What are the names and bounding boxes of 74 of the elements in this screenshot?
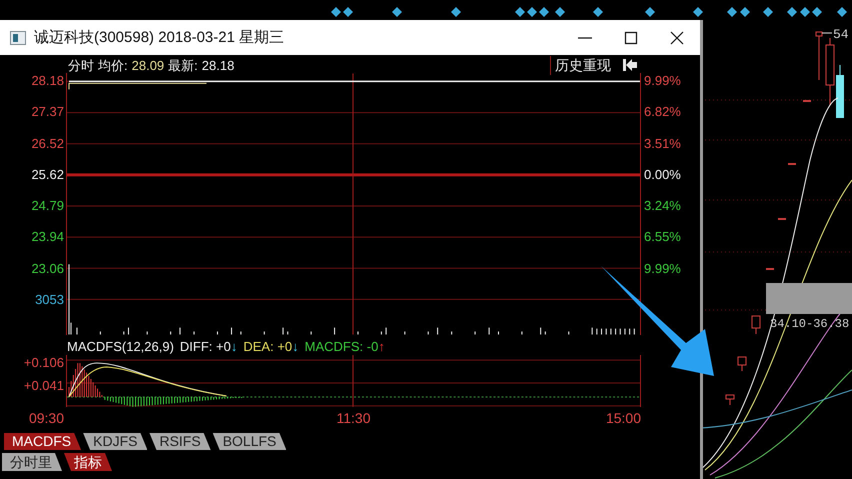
indicator-level-label: +0.106	[22, 355, 65, 372]
diamond-marker	[527, 7, 537, 17]
diamond-marker	[645, 7, 655, 17]
diamond-marker	[555, 7, 565, 17]
diamond-marker	[515, 7, 525, 17]
price-tick	[778, 218, 786, 220]
quote-value: 28.09	[132, 58, 164, 73]
price-label: 25.62	[30, 166, 65, 184]
volume-label: 3053	[34, 292, 65, 309]
minimize-icon	[578, 36, 592, 38]
diamond-marker	[343, 7, 353, 17]
price-tick	[766, 268, 774, 270]
price-label: 23.94	[30, 229, 65, 246]
diamond-marker	[727, 7, 737, 17]
candlestick	[826, 38, 834, 106]
tab[interactable]: 指标	[64, 453, 112, 471]
change-label: 6.82%	[643, 104, 682, 122]
skip-back-icon	[622, 58, 638, 72]
price-tick	[788, 163, 796, 165]
quote-label: 最新:	[168, 58, 198, 73]
change-label: 3.51%	[643, 136, 682, 152]
diamond-marker	[392, 7, 402, 17]
indicator-title: MACDFS(12,26,9)	[67, 339, 174, 355]
window-title: 诚迈科技(300598) 2018-03-21 星期三	[34, 28, 286, 47]
diamond-marker	[539, 7, 549, 17]
diamond-marker	[593, 7, 603, 17]
indicator-value: MACDFS: -0	[304, 339, 378, 355]
diamond-marker	[837, 7, 847, 17]
change-label: 3.24%	[643, 198, 682, 215]
close-icon	[670, 30, 684, 44]
leader-line	[822, 32, 832, 34]
maximize-icon	[624, 30, 638, 44]
window-icon	[10, 30, 26, 44]
quote-label: 均价:	[98, 58, 128, 73]
diamond-marker	[331, 7, 341, 17]
diamond-marker	[740, 7, 750, 17]
time-label: 15:00	[604, 409, 641, 427]
price-label: 23.06	[30, 260, 65, 278]
tab[interactable]: RSIFS	[149, 433, 211, 450]
indicator-value: DEA: +0	[243, 339, 292, 355]
indicator-value: ↑	[378, 339, 385, 355]
candlestick	[752, 316, 760, 334]
candlestick	[816, 32, 822, 80]
time-label: 09:30	[28, 409, 65, 427]
indicator-value: DIFF: +0	[180, 339, 231, 355]
indicator-value: ↓	[292, 339, 299, 355]
tab[interactable]: 分时里	[2, 453, 62, 471]
change-label: 9.99%	[643, 260, 682, 278]
price-label: 28.18	[30, 73, 65, 90]
diamond-marker	[693, 7, 703, 17]
indicator-level-label: +0.041	[22, 378, 65, 395]
change-label: 0.00%	[643, 166, 682, 184]
time-label: 11:30	[336, 409, 370, 427]
price-label: 54	[833, 27, 849, 42]
indicator-value: ↓	[230, 339, 238, 355]
price-tick	[803, 100, 811, 102]
candlestick	[726, 394, 734, 406]
change-label: 9.99%	[643, 73, 682, 90]
price-label: 24.79	[30, 198, 65, 215]
price-label: 27.37	[30, 104, 65, 122]
diamond-marker	[763, 7, 773, 17]
diamond-marker	[812, 7, 822, 17]
quote-value: 28.18	[202, 58, 234, 73]
price-label: 26.52	[30, 136, 65, 152]
candlestick	[738, 356, 746, 372]
quote-label: 分时	[68, 58, 94, 73]
change-label: 6.55%	[643, 229, 682, 246]
diamond-marker	[800, 7, 810, 17]
candlestick	[836, 64, 844, 118]
diamond-marker	[451, 7, 461, 17]
tab[interactable]: KDJFS	[83, 433, 148, 450]
diamond-marker	[787, 7, 797, 17]
tab[interactable]: MACDFS	[4, 433, 82, 450]
tab[interactable]: BOLLFS	[212, 433, 286, 450]
